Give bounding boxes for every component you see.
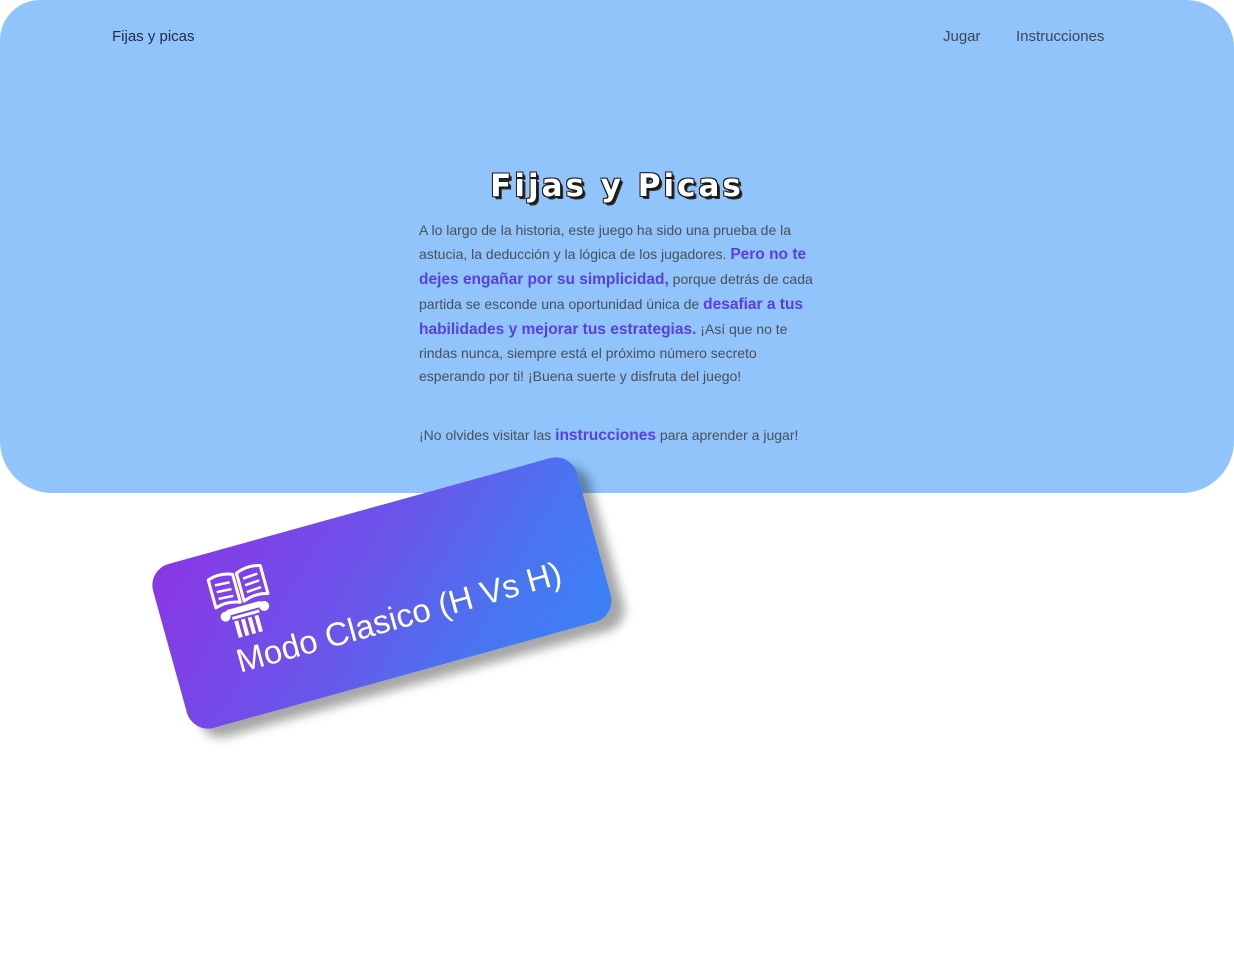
reminder-text-after: para aprender a jugar! xyxy=(655,427,799,443)
instructions-reminder: ¡No olvides visitar las instrucciones pa… xyxy=(419,427,839,445)
book-column-icon xyxy=(206,564,270,638)
nav-link-instrucciones[interactable]: Instrucciones xyxy=(1016,28,1104,45)
page-title: Fijas y Picas xyxy=(490,168,744,204)
intro-paragraph: A lo largo de la historia, este juego ha… xyxy=(419,219,815,388)
reminder-text-before: ¡No olvides visitar las xyxy=(419,427,556,443)
nav-link-jugar[interactable]: Jugar xyxy=(943,28,981,45)
brand-link[interactable]: Fijas y picas xyxy=(112,28,195,45)
mode-card-clasico[interactable]: Modo Clasico (H Vs H) xyxy=(147,452,617,734)
hero-section: Fijas y picas Jugar Instrucciones Fijas … xyxy=(0,0,1234,493)
instructions-link[interactable]: instrucciones xyxy=(555,427,656,444)
mode-label: Modo Clasico (H Vs H) xyxy=(232,554,566,680)
